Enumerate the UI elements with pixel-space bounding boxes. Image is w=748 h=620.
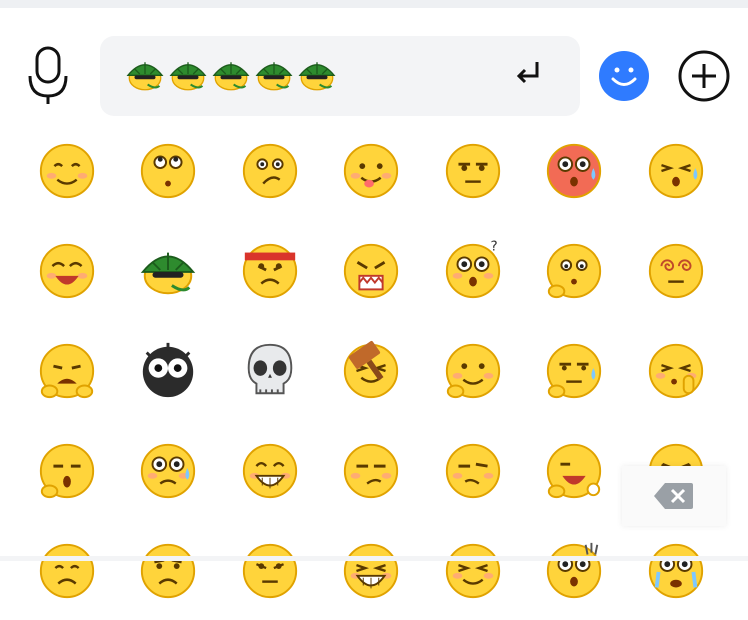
emoji-smirk-left[interactable] — [321, 420, 423, 520]
neutral-emoji-icon — [445, 143, 500, 199]
input-bar — [0, 8, 748, 120]
turtle-emoji — [255, 62, 293, 91]
shocked-red-emoji-icon — [547, 143, 602, 199]
emoji-smile[interactable] — [16, 120, 118, 220]
tongue-emoji-icon — [344, 143, 399, 199]
smirk-right-emoji-icon — [445, 443, 500, 499]
emoji-sweat-blush[interactable] — [118, 420, 220, 520]
input-emoji-list — [124, 52, 338, 96]
yawn-emoji-icon — [39, 443, 94, 499]
emoji-yawn[interactable] — [16, 420, 118, 520]
emoji-frown[interactable] — [219, 120, 321, 220]
emoji-turtle[interactable] — [118, 220, 220, 320]
svg-text:?: ? — [490, 239, 497, 255]
hand-smile-emoji-icon — [445, 343, 500, 399]
emoji-hand-smile[interactable] — [422, 320, 524, 420]
sweat-emoji-icon — [648, 143, 703, 199]
emoji-worried[interactable] — [16, 520, 118, 620]
emoji-neutral[interactable] — [422, 120, 524, 220]
emoji-shocked[interactable] — [524, 520, 626, 620]
emoji-tongue[interactable] — [321, 120, 423, 220]
pick-nose-emoji-icon — [648, 343, 703, 399]
enter-arrow-icon[interactable] — [512, 58, 544, 90]
emoji-furious[interactable] — [321, 220, 423, 320]
backspace-icon — [654, 483, 693, 509]
angry-headband-emoji-icon — [242, 243, 297, 299]
rolling-eyes-emoji-icon — [141, 143, 196, 199]
sob-emoji-icon — [648, 543, 703, 599]
hammer-emoji-icon — [344, 341, 399, 399]
grin-2-emoji-icon — [445, 543, 500, 599]
message-input[interactable] — [100, 36, 580, 116]
grimace-emoji-icon — [242, 443, 297, 499]
grin-1-emoji-icon — [344, 543, 399, 599]
sweat-blush-emoji-icon — [141, 443, 196, 499]
emoji-angry-headband[interactable] — [219, 220, 321, 320]
emoji-laughing[interactable] — [16, 220, 118, 320]
emoji-grin-2[interactable] — [422, 520, 524, 620]
turtle-emoji — [169, 62, 207, 91]
frown-emoji-icon — [242, 143, 297, 199]
crying-emoji-icon — [39, 343, 94, 399]
emoji-hammer[interactable] — [321, 320, 423, 420]
emoji-sad[interactable] — [118, 520, 220, 620]
laughing-emoji-icon — [39, 243, 94, 299]
smile-emoji-icon — [39, 143, 94, 199]
microphone-icon[interactable] — [24, 46, 72, 106]
emoji-grin-1[interactable] — [321, 520, 423, 620]
confused-emoji-icon: ? — [445, 239, 500, 299]
smile-icon[interactable] — [598, 50, 650, 102]
facepalm-emoji-icon — [547, 343, 602, 399]
skull-emoji-icon — [247, 343, 293, 395]
shocked-emoji-icon — [547, 542, 602, 599]
emoji-scared[interactable] — [524, 420, 626, 520]
emoji-grimace[interactable] — [219, 420, 321, 520]
sad-emoji-icon — [141, 543, 196, 599]
scared-emoji-icon — [547, 443, 602, 499]
furious-emoji-icon — [344, 243, 399, 299]
awkward-emoji-icon — [547, 243, 602, 299]
backspace-button[interactable] — [622, 466, 726, 526]
emoji-awkward[interactable] — [524, 220, 626, 320]
emoji-rolling-eyes[interactable] — [118, 120, 220, 220]
worried-emoji-icon — [39, 543, 94, 599]
turtle-emoji — [126, 62, 164, 91]
smirk-left-emoji-icon — [344, 443, 399, 499]
emoji-skull[interactable] — [219, 320, 321, 420]
emoji-confused[interactable]: ? — [422, 220, 524, 320]
speechless-emoji-icon — [242, 543, 297, 599]
emoji-black-ball[interactable] — [118, 320, 220, 420]
dizzy-emoji-icon — [648, 243, 703, 299]
turtle-emoji — [212, 62, 250, 91]
emoji-dizzy[interactable] — [625, 220, 727, 320]
emoji-speechless[interactable] — [219, 520, 321, 620]
emoji-sweat[interactable] — [625, 120, 727, 220]
turtle-emoji-icon — [141, 252, 196, 295]
emoji-smirk-right[interactable] — [422, 420, 524, 520]
status-strip — [0, 0, 748, 8]
emoji-crying[interactable] — [16, 320, 118, 420]
emoji-facepalm[interactable] — [524, 320, 626, 420]
emoji-pick-nose[interactable] — [625, 320, 727, 420]
black-ball-emoji-icon — [143, 342, 194, 398]
emoji-shocked-red[interactable] — [524, 120, 626, 220]
emoji-sob[interactable] — [625, 520, 727, 620]
bottom-strip — [0, 556, 748, 561]
turtle-emoji — [298, 62, 336, 91]
plus-icon[interactable] — [678, 50, 730, 102]
